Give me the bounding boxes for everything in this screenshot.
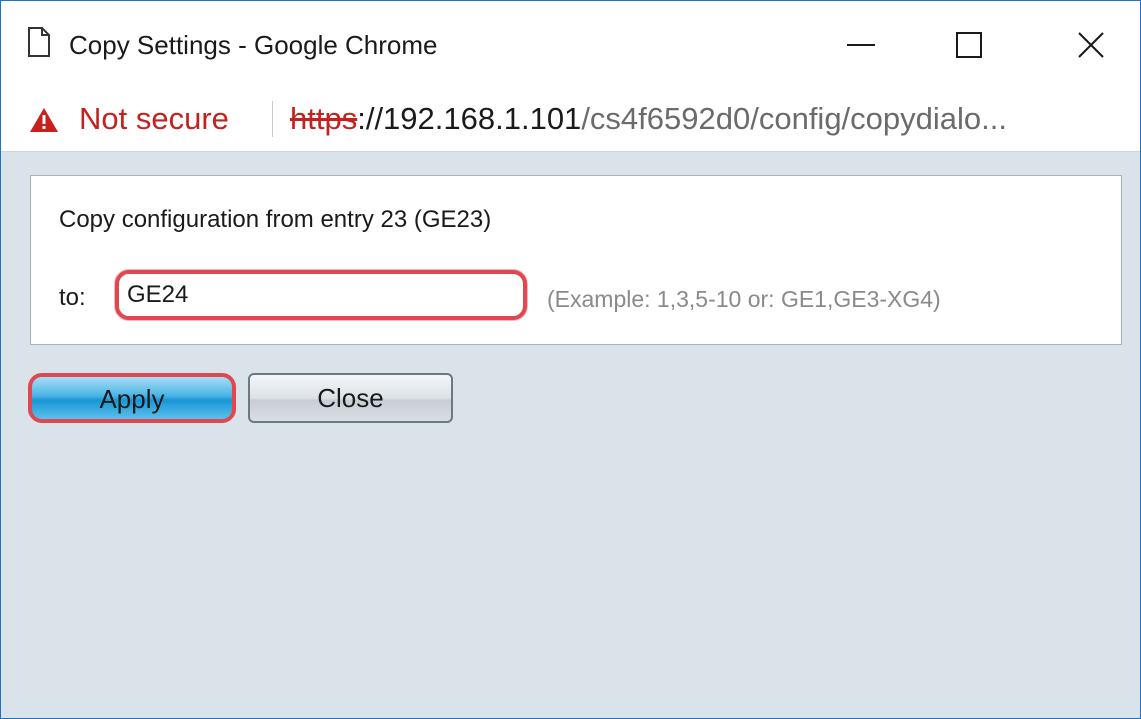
close-icon[interactable] [1069, 23, 1113, 67]
minimize-icon[interactable] [839, 23, 883, 67]
maximize-icon[interactable] [947, 23, 991, 67]
address-separator [272, 101, 273, 137]
copy-settings-panel: Copy configuration from entry 23 (GE23) … [30, 175, 1122, 345]
security-status-label[interactable]: Not secure [79, 99, 229, 139]
close-button[interactable]: Close [248, 373, 453, 423]
page-icon [27, 27, 51, 62]
copy-source-heading: Copy configuration from entry 23 (GE23) [59, 206, 492, 233]
title-bar: Copy Settings - Google Chrome [1, 1, 1140, 89]
apply-button[interactable]: Apply [28, 373, 236, 423]
url-text[interactable]: https://192.168.1.101/cs4f6592d0/config/… [290, 99, 1007, 139]
url-scheme: https [290, 101, 358, 136]
dialog-content: Copy configuration from entry 23 (GE23) … [1, 152, 1140, 718]
to-destination-input[interactable] [115, 270, 527, 320]
window-title: Copy Settings - Google Chrome [69, 30, 438, 60]
url-path: /cs4f6592d0/config/copydialo... [581, 101, 1007, 136]
url-host: ://192.168.1.101 [357, 101, 582, 136]
address-bar[interactable]: Not secure https://192.168.1.101/cs4f659… [1, 89, 1140, 152]
to-label: to: [59, 284, 86, 311]
warning-triangle-icon[interactable] [29, 107, 59, 138]
example-hint: (Example: 1,3,5-10 or: GE1,GE3-XG4) [547, 286, 941, 312]
browser-popup-window: Copy Settings - Google Chrome Not secure… [0, 0, 1141, 719]
